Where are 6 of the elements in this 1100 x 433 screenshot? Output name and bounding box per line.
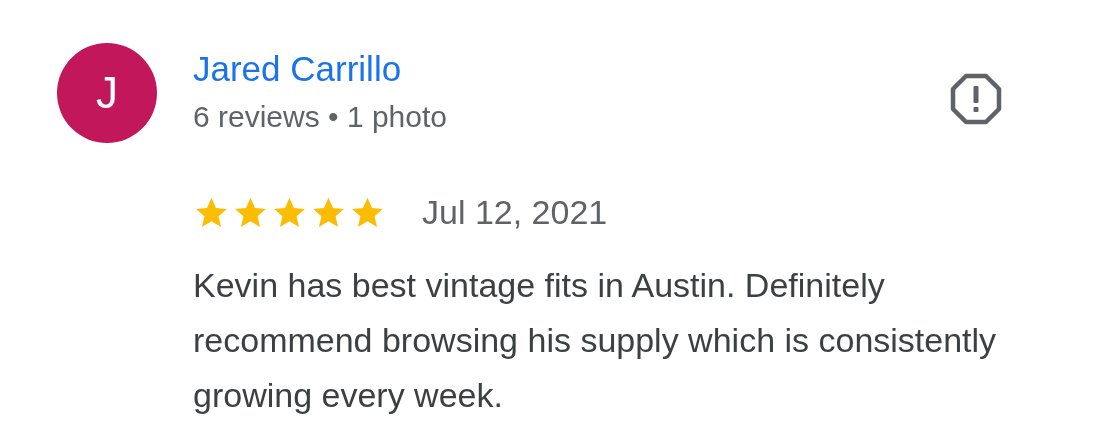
avatar[interactable]: J bbox=[57, 43, 157, 143]
reviewer-name[interactable]: Jared Carrillo bbox=[193, 49, 447, 89]
review-date: Jul 12, 2021 bbox=[422, 193, 608, 232]
review-text: Kevin has best vintage fits in Austin. Definitely recommend browsing his supply which is consistently growing every week. bbox=[193, 265, 998, 416]
report-icon[interactable] bbox=[950, 73, 1002, 125]
reviewer-stats: 6 reviews • 1 photo bbox=[193, 99, 447, 135]
